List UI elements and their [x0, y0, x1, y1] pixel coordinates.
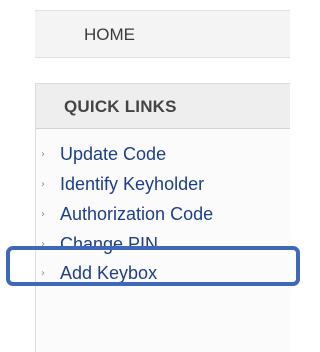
quick-link-label: Add Keybox [60, 263, 158, 283]
arrow-right-icon: › [41, 179, 45, 190]
quick-link-label: Change PIN [60, 234, 159, 254]
quick-link-label: Authorization Code [60, 204, 214, 224]
top-nav-bar: HOME [35, 10, 290, 58]
arrow-right-icon: › [41, 268, 45, 279]
quick-link-identify-keyholder[interactable]: › Identify Keyholder [36, 172, 290, 198]
quick-links-header: QUICK LINKS [36, 84, 290, 129]
arrow-right-icon: › [41, 149, 45, 160]
quick-links-list: › Update Code › Identify Keyholder › Aut… [36, 129, 290, 352]
quick-link-change-pin[interactable]: › Change PIN [36, 232, 290, 258]
arrow-right-icon: › [41, 239, 45, 250]
page: HOME QUICK LINKS › Update Code › Identif… [0, 0, 300, 352]
quick-links-panel: QUICK LINKS › Update Code › Identify Key… [35, 83, 290, 352]
quick-links-title: QUICK LINKS [64, 97, 177, 116]
arrow-right-icon: › [41, 209, 45, 220]
home-link[interactable]: HOME [84, 25, 135, 45]
quick-link-label: Update Code [60, 144, 167, 164]
quick-link-authorization-code[interactable]: › Authorization Code [36, 202, 290, 228]
quick-link-add-keybox[interactable]: › Add Keybox [36, 261, 290, 287]
quick-link-update-code[interactable]: › Update Code [36, 142, 290, 168]
quick-link-label: Identify Keyholder [60, 174, 205, 194]
